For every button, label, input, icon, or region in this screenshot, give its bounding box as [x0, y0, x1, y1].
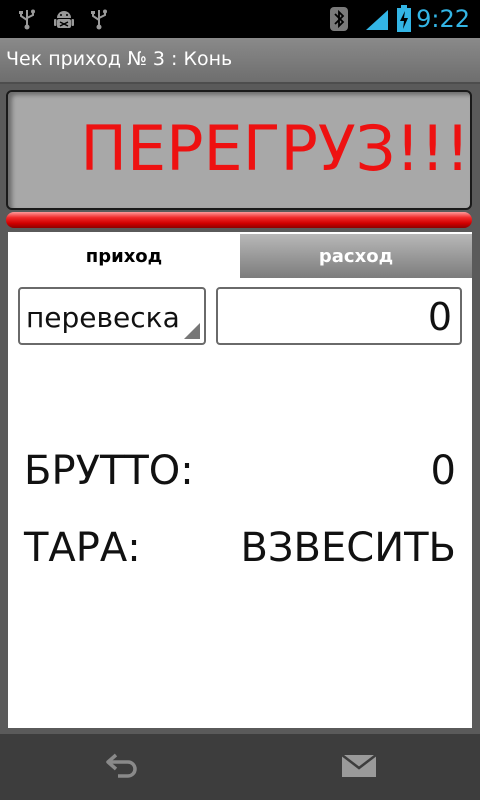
form-panel: приход расход перевеска 0 БРУТТО: 0 ТАРА… — [8, 232, 472, 728]
tab-income[interactable]: приход — [8, 234, 240, 278]
tab-expense[interactable]: расход — [240, 234, 472, 278]
clock: 9:22 — [416, 5, 470, 33]
mode-select-value: перевеска — [26, 301, 180, 334]
envelope-icon[interactable] — [341, 753, 377, 779]
weight-input[interactable]: 0 — [216, 287, 462, 345]
gross-label: БРУТТО: — [24, 448, 194, 494]
battery-charging-icon — [397, 5, 411, 32]
main-content: ПЕРЕГРУЗ!!! приход расход перевеска 0 БР… — [0, 84, 480, 734]
status-bar: 9:22 — [0, 0, 480, 38]
dropdown-corner-icon — [184, 323, 200, 339]
mode-select[interactable]: перевеска — [18, 287, 206, 345]
usb-icon — [91, 9, 107, 30]
gross-value: 0 — [430, 448, 456, 494]
bluetooth-icon — [330, 7, 348, 31]
weight-display-text: ПЕРЕГРУЗ!!! — [80, 112, 470, 185]
weight-display: ПЕРЕГРУЗ!!! — [6, 90, 472, 210]
navigation-bar — [0, 734, 480, 800]
back-icon[interactable] — [104, 751, 140, 781]
android-debug-icon — [54, 11, 74, 28]
signal-icon — [366, 10, 388, 30]
title-bar: Чек приход № 3 : Конь — [0, 38, 480, 84]
tare-label: ТАРА: — [24, 525, 141, 571]
weigh-tare-button[interactable]: ВЗВЕСИТЬ — [240, 524, 456, 572]
weight-input-value: 0 — [427, 295, 452, 339]
usb-icon — [19, 9, 35, 30]
page-title: Чек приход № 3 : Конь — [6, 48, 233, 70]
overload-indicator-bar — [6, 212, 472, 228]
